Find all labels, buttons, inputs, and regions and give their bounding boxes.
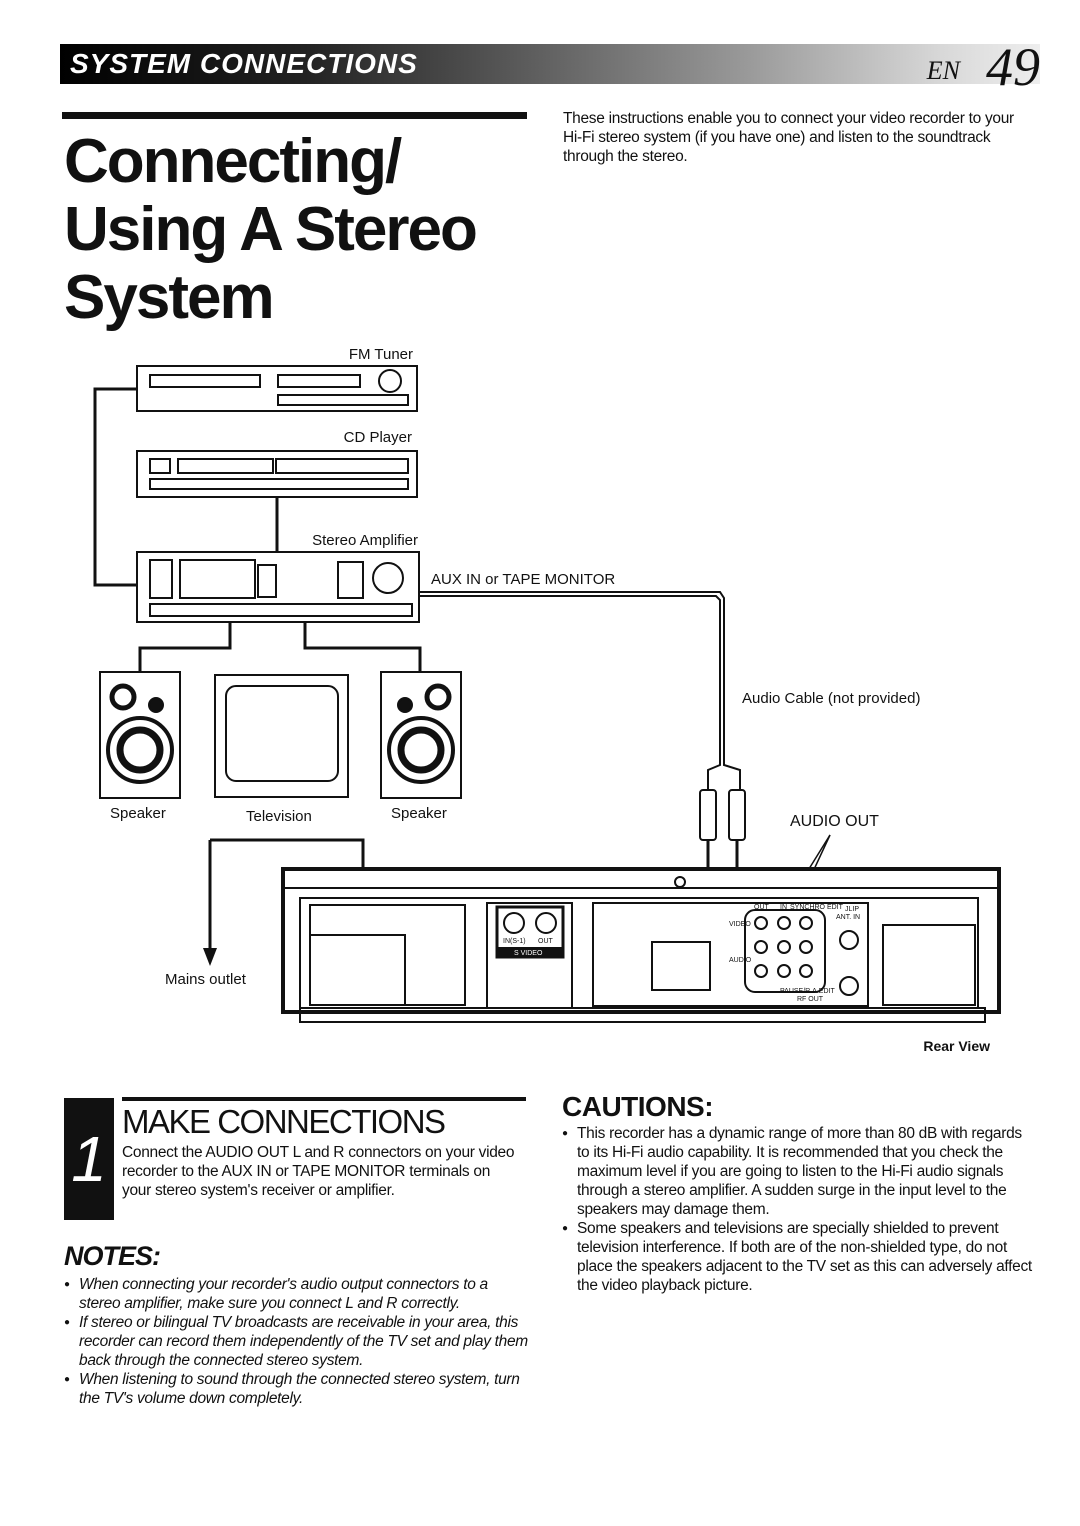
- rf-out-label: RF OUT: [797, 996, 824, 1003]
- jlip-label: JLIP: [845, 906, 859, 913]
- caution-item: Some speakers and televisions are specia…: [562, 1219, 1032, 1295]
- notes-list: When connecting your recorder's audio ou…: [64, 1275, 530, 1408]
- step-rule: [122, 1097, 526, 1101]
- fm-tuner: [136, 365, 418, 412]
- step-title: MAKE CONNECTIONS: [122, 1103, 446, 1140]
- aux-in-label: AUX IN or TAPE MONITOR: [431, 571, 615, 588]
- audio-label: AUDIO: [729, 957, 752, 964]
- vcr-rear-panel: [281, 867, 1001, 1023]
- audio-cable-label: Audio Cable (not provided): [742, 690, 920, 707]
- note-item: When connecting your recorder's audio ou…: [64, 1275, 530, 1313]
- note-item: If stereo or bilingual TV broadcasts are…: [64, 1313, 530, 1370]
- rear-view-label: Rear View: [923, 1038, 990, 1054]
- caution-item: This recorder has a dynamic range of mor…: [562, 1124, 1032, 1219]
- cautions-title: CAUTIONS:: [562, 1091, 714, 1122]
- speaker-right-label: Speaker: [391, 805, 447, 822]
- video-label: VIDEO: [729, 921, 751, 928]
- television: [214, 674, 349, 798]
- arrow-icon: [203, 948, 217, 966]
- s-video-out-label: OUT: [538, 938, 554, 945]
- step-number: 1: [64, 1098, 114, 1220]
- audio-cable: [418, 591, 741, 790]
- fm-tuner-label: FM Tuner: [349, 346, 413, 363]
- speaker-left-label: Speaker: [110, 805, 166, 822]
- speaker-left: [99, 671, 181, 799]
- note-item: When listening to sound through the conn…: [64, 1370, 530, 1408]
- out-label: OUT: [754, 904, 770, 911]
- ant-in-label: ANT. IN: [836, 914, 860, 921]
- step-text: Connect the AUDIO OUT L and R connectors…: [122, 1144, 515, 1199]
- s-video-in-label: IN(S-1): [503, 938, 526, 945]
- cautions-list: This recorder has a dynamic range of mor…: [562, 1124, 1032, 1295]
- mains-outlet-label: Mains outlet: [165, 971, 247, 988]
- in-label: IN: [780, 904, 787, 911]
- amplifier-label: Stereo Amplifier: [312, 532, 418, 549]
- speaker-right: [380, 671, 462, 799]
- notes-title: NOTES:: [64, 1241, 161, 1271]
- connection-diagram: FM Tuner CD Player Stereo Amplifier AUX …: [93, 346, 1001, 1054]
- synchro-edit-label: SYNCHRO EDIT: [790, 904, 844, 911]
- s-video-label: S VIDEO: [514, 950, 543, 957]
- cd-player-label: CD Player: [344, 429, 412, 446]
- audio-out-label: AUDIO OUT: [790, 813, 879, 830]
- television-label: Television: [246, 808, 312, 825]
- cd-player: [136, 450, 418, 498]
- pause-edit-label: PAUSE/R.A.EDIT: [780, 988, 835, 995]
- stereo-amplifier: [136, 551, 420, 623]
